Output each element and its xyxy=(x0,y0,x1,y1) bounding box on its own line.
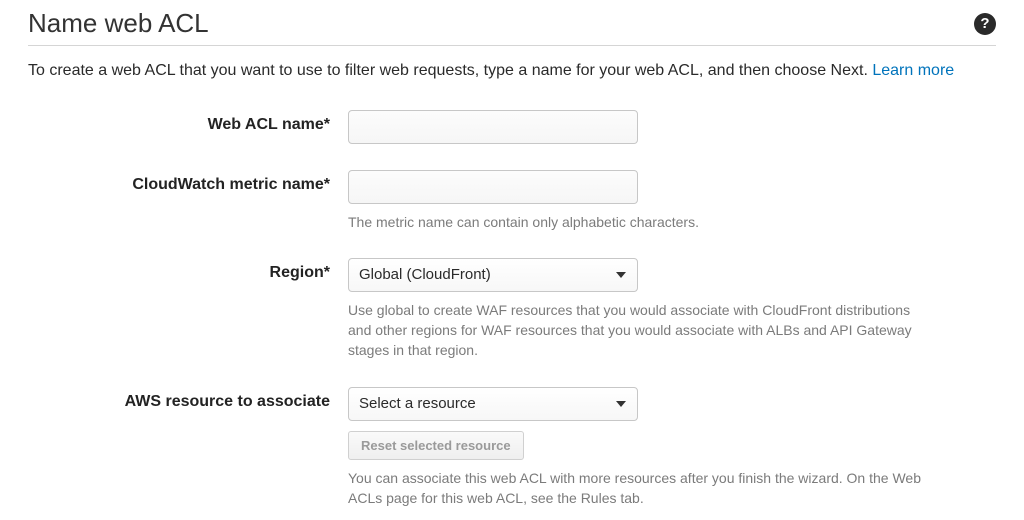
intro-text: To create a web ACL that you want to use… xyxy=(28,60,996,82)
label-web-acl-name: Web ACL name* xyxy=(28,110,348,134)
resource-associate-helper: You can associate this web ACL with more… xyxy=(348,468,928,509)
reset-resource-wrapper: Reset selected resource xyxy=(348,421,968,460)
row-resource-associate: AWS resource to associate Select a resou… xyxy=(28,387,996,509)
web-acl-name-input[interactable] xyxy=(348,110,638,144)
resource-select[interactable]: Select a resource xyxy=(348,387,638,421)
help-icon[interactable]: ? xyxy=(974,13,996,35)
field-cloudwatch-metric-name: The metric name can contain only alphabe… xyxy=(348,170,968,232)
region-helper: Use global to create WAF resources that … xyxy=(348,300,928,361)
page-header: Name web ACL ? xyxy=(28,8,996,46)
cloudwatch-metric-name-input[interactable] xyxy=(348,170,638,204)
row-cloudwatch-metric-name: CloudWatch metric name* The metric name … xyxy=(28,170,996,232)
region-select-wrapper: Global (CloudFront) xyxy=(348,258,638,292)
field-region: Global (CloudFront) Use global to create… xyxy=(348,258,968,361)
label-region: Region* xyxy=(28,258,348,282)
learn-more-link[interactable]: Learn more xyxy=(872,62,954,79)
resource-select-wrapper: Select a resource xyxy=(348,387,638,421)
label-cloudwatch-metric-name: CloudWatch metric name* xyxy=(28,170,348,194)
intro-text-span: To create a web ACL that you want to use… xyxy=(28,62,868,79)
row-web-acl-name: Web ACL name* xyxy=(28,110,996,144)
reset-selected-resource-button[interactable]: Reset selected resource xyxy=(348,431,524,460)
field-resource-associate: Select a resource Reset selected resourc… xyxy=(348,387,968,509)
region-select[interactable]: Global (CloudFront) xyxy=(348,258,638,292)
label-resource-associate: AWS resource to associate xyxy=(28,387,348,411)
name-web-acl-page: Name web ACL ? To create a web ACL that … xyxy=(0,0,1024,520)
cloudwatch-metric-helper: The metric name can contain only alphabe… xyxy=(348,212,928,232)
row-region: Region* Global (CloudFront) Use global t… xyxy=(28,258,996,361)
page-title: Name web ACL xyxy=(28,8,209,39)
field-web-acl-name xyxy=(348,110,968,144)
